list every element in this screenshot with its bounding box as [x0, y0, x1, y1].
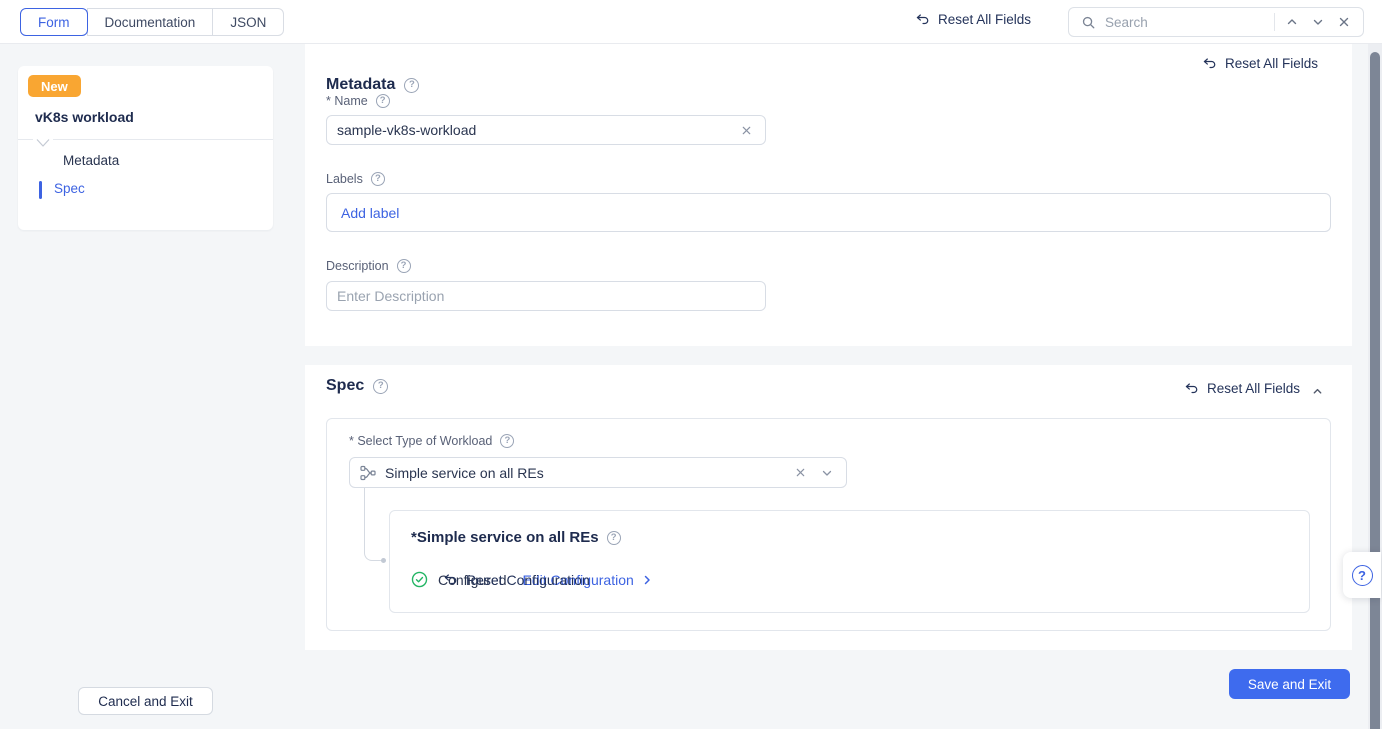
metadata-title: Metadata	[326, 48, 395, 94]
workload-type-select[interactable]: Simple service on all REs	[349, 457, 847, 488]
description-label-text: Description	[326, 259, 389, 273]
search-next-chevron-down-icon[interactable]	[1309, 13, 1327, 31]
undo-icon	[915, 12, 930, 27]
add-label-link[interactable]: Add label	[341, 205, 399, 221]
name-label-text: * Name	[326, 94, 368, 108]
spec-section: Spec ? Reset All Fields * Select Type of…	[305, 365, 1352, 650]
workload-config-header: *Simple service on all REs ?	[411, 529, 621, 546]
metadata-section: Metadata ? Reset All Fields * Name ? Lab…	[305, 44, 1352, 346]
workload-config-status-row: Configured Edit Configuration	[411, 571, 653, 588]
spec-reset-all-fields-button[interactable]: Reset All Fields	[1184, 381, 1300, 396]
labels-help-icon[interactable]: ?	[371, 172, 385, 186]
name-input-wrap	[326, 115, 766, 145]
object-title: vK8s workload	[35, 109, 134, 125]
nav-divider	[18, 139, 273, 140]
collapse-notch-icon[interactable]	[33, 139, 53, 149]
tab-documentation[interactable]: Documentation	[87, 8, 214, 36]
workload-clear-icon[interactable]	[791, 464, 809, 482]
reset-all-fields-label: Reset All Fields	[1207, 381, 1300, 396]
undo-icon	[443, 572, 458, 587]
workload-type-help-icon[interactable]: ?	[500, 434, 514, 448]
metadata-section-header: Metadata ?	[326, 48, 419, 94]
search-divider	[1274, 13, 1275, 31]
save-and-exit-button[interactable]: Save and Exit	[1229, 669, 1350, 699]
page: Form Documentation JSON Reset All Fields	[0, 0, 1382, 729]
workload-icon	[360, 465, 376, 481]
description-field-label: Description ?	[326, 259, 411, 273]
configured-check-icon	[411, 571, 428, 588]
top-toolbar: Form Documentation JSON Reset All Fields	[0, 0, 1382, 44]
workload-config-help-icon[interactable]: ?	[607, 531, 621, 545]
name-clear-icon[interactable]	[737, 121, 755, 139]
labels-label-text: Labels	[326, 172, 363, 186]
undo-icon	[1184, 381, 1199, 396]
new-badge: New	[28, 75, 81, 97]
workload-config-card: *Simple service on all REs ? Configured …	[389, 510, 1310, 613]
name-help-icon[interactable]: ?	[376, 94, 390, 108]
spec-collapse-chevron-up-icon[interactable]	[1308, 382, 1326, 400]
spec-help-icon[interactable]: ?	[373, 379, 388, 394]
spec-title: Spec	[326, 377, 364, 395]
reset-configuration-label: Reset Configuration	[466, 572, 590, 588]
name-field-label: * Name ?	[326, 94, 390, 108]
workload-config-title: *Simple service on all REs	[411, 529, 599, 546]
chevron-right-icon	[641, 574, 653, 586]
help-question-icon: ?	[1352, 565, 1373, 586]
metadata-help-icon[interactable]: ?	[404, 78, 419, 93]
search-close-icon[interactable]	[1335, 13, 1353, 31]
tab-json[interactable]: JSON	[212, 8, 284, 36]
description-input[interactable]	[337, 288, 755, 304]
scrollbar-thumb[interactable]	[1370, 52, 1380, 729]
metadata-reset-all-fields-button[interactable]: Reset All Fields	[1202, 56, 1318, 71]
description-help-icon[interactable]: ?	[397, 259, 411, 273]
workload-type-label: * Select Type of Workload ?	[349, 434, 514, 448]
sidebar-item-spec[interactable]: Spec	[54, 181, 85, 196]
reset-configuration-button[interactable]: Reset Configuration	[443, 572, 590, 588]
name-input[interactable]	[337, 122, 729, 138]
undo-icon	[1202, 56, 1217, 71]
search-box	[1068, 7, 1364, 37]
cancel-and-exit-button[interactable]: Cancel and Exit	[78, 687, 213, 715]
tree-connector	[364, 488, 383, 561]
tab-form[interactable]: Form	[20, 8, 88, 36]
spec-fields-box: * Select Type of Workload ? Simple servi…	[326, 418, 1331, 631]
search-prev-chevron-up-icon[interactable]	[1283, 13, 1301, 31]
help-fab-button[interactable]: ?	[1343, 552, 1381, 598]
active-nav-indicator	[39, 181, 42, 199]
workload-type-value: Simple service on all REs	[385, 465, 782, 481]
labels-field-label: Labels ?	[326, 172, 385, 186]
reset-all-fields-label: Reset All Fields	[1225, 56, 1318, 71]
reset-all-fields-label: Reset All Fields	[938, 12, 1031, 27]
search-input[interactable]	[1105, 15, 1266, 30]
description-input-wrap	[326, 281, 766, 311]
reset-all-fields-top-button[interactable]: Reset All Fields	[915, 12, 1031, 27]
workload-type-label-text: * Select Type of Workload	[349, 434, 492, 448]
labels-box: Add label	[326, 193, 1331, 232]
view-mode-tabs: Form Documentation JSON	[20, 8, 284, 36]
search-icon	[1079, 13, 1097, 31]
workload-chevron-down-icon[interactable]	[818, 464, 836, 482]
sidebar-item-metadata[interactable]: Metadata	[63, 153, 119, 168]
spec-section-header: Spec ?	[326, 377, 388, 395]
form-nav-card: New vK8s workload Metadata Spec	[18, 66, 273, 230]
